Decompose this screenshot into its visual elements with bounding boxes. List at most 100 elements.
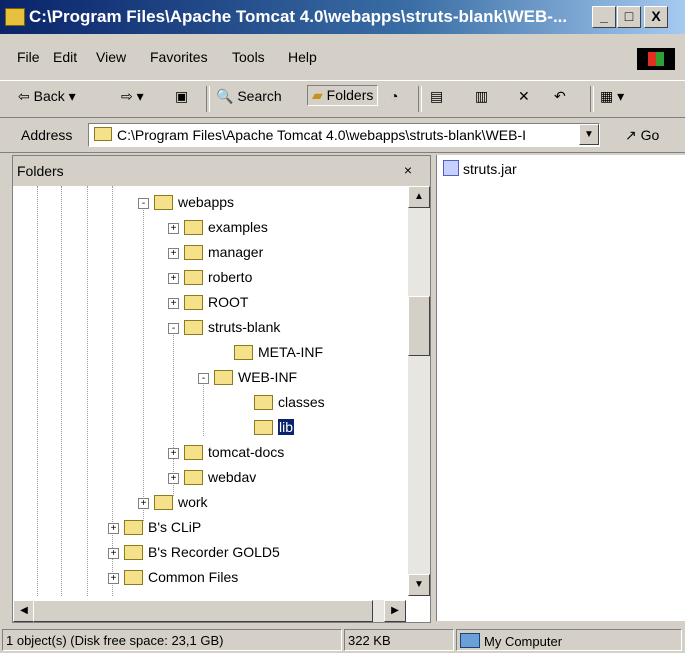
tree-item-label: webapps — [178, 194, 235, 210]
scroll-down-icon[interactable]: ▼ — [408, 574, 430, 596]
address-bar: Address C:\Program Files\Apache Tomcat 4… — [0, 118, 685, 153]
expand-icon[interactable]: + — [168, 273, 179, 284]
collapse-icon[interactable]: - — [168, 323, 179, 334]
scroll-thumb[interactable] — [408, 296, 430, 356]
folder-icon — [124, 545, 143, 560]
scroll-up-icon[interactable]: ▲ — [408, 186, 430, 208]
tree-item-label: B's Recorder GOLD5 — [148, 544, 280, 560]
views-button[interactable]: ▦ ▾ — [600, 88, 624, 105]
expand-icon[interactable]: + — [108, 548, 119, 559]
views-dropdown-icon[interactable]: ▾ — [617, 88, 624, 104]
tree-guide-line — [173, 326, 174, 496]
folder-icon — [124, 570, 143, 585]
expand-icon[interactable]: + — [108, 523, 119, 534]
undo-button[interactable]: ↶ — [554, 88, 566, 105]
forward-button[interactable]: ⇨ ▾ — [121, 88, 144, 105]
address-label: Address — [21, 127, 73, 143]
jar-file-icon — [443, 160, 459, 176]
tree-guide-line — [37, 186, 38, 596]
move-to-button[interactable]: ▤ — [430, 88, 443, 105]
tree-item-label: tomcat-docs — [208, 444, 285, 460]
folders-pane: Folders × - webapps + examples + manager… — [12, 155, 431, 623]
explorer-window-icon — [5, 8, 25, 26]
menu-favorites[interactable]: Favorites — [150, 49, 208, 65]
collapse-icon[interactable]: - — [138, 198, 149, 209]
delete-button[interactable]: ✕ — [518, 88, 530, 105]
expand-icon[interactable]: + — [168, 248, 179, 259]
minimize-button[interactable]: _ — [592, 6, 616, 28]
expand-icon[interactable]: + — [168, 223, 179, 234]
tree-item-label: ROOT — [208, 294, 249, 310]
delete-icon: ✕ — [518, 88, 530, 104]
go-button[interactable]: ↗ Go — [625, 127, 659, 144]
collapse-icon[interactable]: - — [198, 373, 209, 384]
standard-toolbar: ⇦ Back ▾ ⇨ ▾ ▣ 🔍 Search ▰ Folders ◔ ▤ ▥ … — [0, 80, 685, 118]
tree-item-label: roberto — [208, 269, 253, 285]
tree-item-label: work — [178, 494, 208, 510]
history-button[interactable]: ◔ — [390, 88, 398, 104]
expand-icon[interactable]: + — [168, 473, 179, 484]
expand-icon[interactable]: + — [168, 448, 179, 459]
search-icon: 🔍 — [216, 88, 234, 104]
menu-edit[interactable]: Edit — [53, 49, 77, 65]
menu-view[interactable]: View — [96, 49, 126, 65]
folders-label: Folders — [326, 87, 374, 103]
folder-open-icon — [254, 420, 273, 435]
tree-item-label: manager — [208, 244, 264, 260]
scroll-right-icon[interactable]: ▶ — [384, 600, 406, 622]
title-bar[interactable]: C:\Program Files\Apache Tomcat 4.0\webap… — [0, 0, 685, 34]
menu-file[interactable]: File — [17, 49, 40, 65]
tree-item-label: webdav — [208, 469, 257, 485]
copy-to-button[interactable]: ▥ — [475, 88, 488, 105]
expand-icon[interactable]: + — [108, 573, 119, 584]
menu-help[interactable]: Help — [288, 49, 317, 65]
expand-icon[interactable]: + — [168, 298, 179, 309]
tree-item-label: lib — [278, 419, 295, 435]
file-list-pane: struts.jar — [436, 155, 685, 621]
window-title: C:\Program Files\Apache Tomcat 4.0\webap… — [29, 7, 568, 26]
status-bar: 1 object(s) (Disk free space: 23,1 GB) 3… — [0, 627, 685, 653]
folder-icon — [184, 295, 203, 310]
file-name: struts.jar — [463, 161, 517, 177]
back-button[interactable]: ⇦ Back ▾ — [18, 88, 76, 105]
horizontal-scroll-thumb[interactable] — [33, 600, 373, 622]
tree-guide-line — [203, 376, 204, 436]
back-arrow-icon: ⇦ — [18, 88, 30, 104]
scroll-left-icon[interactable]: ◀ — [13, 600, 35, 622]
tree-guide-line — [87, 186, 88, 596]
close-button[interactable]: X — [644, 6, 668, 28]
expand-icon[interactable]: + — [138, 498, 149, 509]
menu-tools[interactable]: Tools — [232, 49, 265, 65]
folders-button[interactable]: ▰ Folders — [307, 85, 379, 106]
history-icon: ◔ — [390, 88, 399, 104]
search-button[interactable]: 🔍 Search — [216, 88, 282, 105]
go-label: Go — [640, 127, 660, 143]
folder-tree: - webapps + examples + manager + roberto… — [13, 186, 406, 596]
address-dropdown-icon[interactable]: ▼ — [579, 124, 599, 145]
status-size: 322 KB — [344, 629, 454, 651]
maximize-button[interactable]: □ — [617, 6, 641, 28]
toolbar-separator — [418, 86, 422, 112]
back-dropdown-icon[interactable]: ▾ — [69, 88, 76, 104]
folder-open-icon — [214, 370, 233, 385]
close-pane-icon[interactable]: × — [404, 162, 412, 178]
tree-item-label: META-INF — [258, 344, 324, 360]
folder-icon — [184, 270, 203, 285]
menu-bar: File Edit View Favorites Tools Help — [0, 45, 685, 71]
up-folder-button[interactable]: ▣ — [175, 88, 188, 105]
copy-to-icon: ▥ — [475, 88, 489, 104]
address-input[interactable]: C:\Program Files\Apache Tomcat 4.0\webap… — [88, 123, 600, 147]
file-item[interactable]: struts.jar — [443, 160, 517, 177]
tree-item-label: examples — [208, 219, 268, 235]
status-zone-label: My Computer — [484, 634, 563, 649]
folders-icon: ▰ — [312, 87, 323, 103]
folder-icon — [234, 345, 253, 360]
folder-open-icon — [154, 195, 173, 210]
horizontal-scrollbar[interactable]: ◀ ▶ — [13, 600, 406, 622]
forward-dropdown-icon[interactable]: ▾ — [137, 88, 144, 104]
vertical-scrollbar[interactable]: ▲ ▼ — [408, 186, 430, 596]
toolbar-separator — [590, 86, 594, 112]
forward-arrow-icon: ⇨ — [121, 88, 133, 104]
back-label: Back — [33, 88, 65, 104]
folders-pane-title: Folders — [17, 163, 64, 179]
